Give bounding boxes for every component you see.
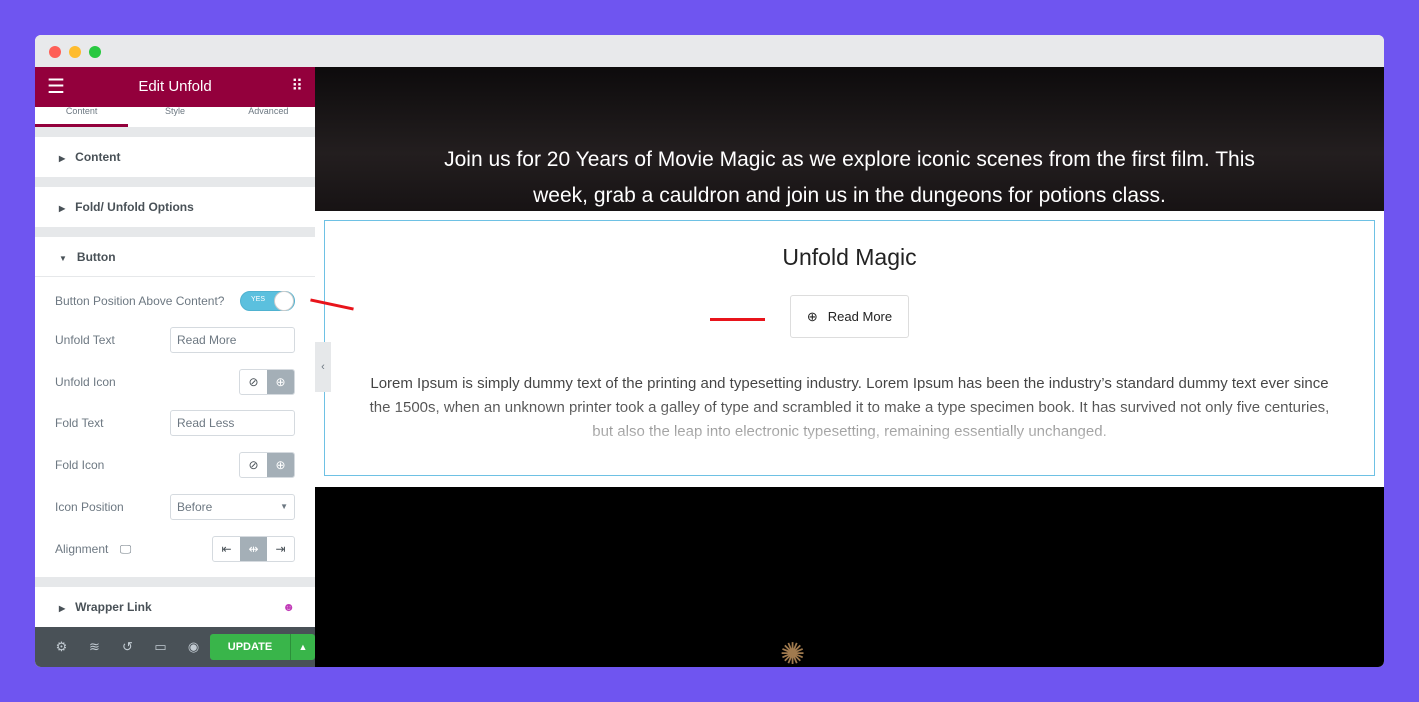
- fold-text-input[interactable]: Read Less: [170, 410, 295, 436]
- none-icon[interactable]: ⊘: [240, 453, 267, 477]
- browser-window: ☰ Edit Unfold ⠿ Content Style Advanced ▶…: [35, 35, 1384, 667]
- settings-icon[interactable]: ⚙: [45, 639, 78, 655]
- menu-icon[interactable]: ☰: [47, 67, 65, 107]
- close-window-button[interactable]: [49, 46, 61, 58]
- update-options-button[interactable]: ▲: [290, 634, 315, 660]
- maximize-window-button[interactable]: [89, 46, 101, 58]
- panel-header: ☰ Edit Unfold ⠿: [35, 67, 315, 107]
- grid-icon[interactable]: ⠿: [291, 67, 303, 107]
- page-preview: Join us for 20 Years of Movie Magic as w…: [315, 67, 1384, 667]
- layers-icon[interactable]: ≋: [78, 639, 111, 655]
- collapse-panel-handle[interactable]: ‹: [315, 342, 331, 392]
- panel-title: Edit Unfold: [138, 78, 212, 95]
- label: Unfold Icon: [55, 375, 116, 389]
- update-button[interactable]: UPDATE: [210, 634, 290, 660]
- section-button[interactable]: ▼ Button: [35, 237, 315, 277]
- annotation-arrow: [710, 318, 765, 321]
- panel-tabs: Content Style Advanced: [35, 107, 315, 127]
- caret-down-icon: ▼: [59, 254, 67, 263]
- caret-right-icon: ▶: [59, 154, 66, 163]
- tab-advanced[interactable]: Advanced: [222, 107, 315, 127]
- section-fold-options[interactable]: ▶ Fold/ Unfold Options: [35, 187, 315, 227]
- hero-text: Join us for 20 Years of Movie Magic as w…: [315, 67, 1384, 211]
- caret-right-icon: ▶: [59, 604, 66, 613]
- history-icon[interactable]: ↺: [111, 639, 144, 655]
- arrow-circle-down-icon: ⊕: [806, 308, 818, 324]
- none-icon[interactable]: ⊘: [240, 370, 267, 394]
- align-left-icon[interactable]: ⇤: [213, 537, 240, 561]
- align-right-icon[interactable]: ⇥: [267, 537, 294, 561]
- arrow-circle-down-icon[interactable]: ⊕: [267, 370, 294, 394]
- section-content[interactable]: ▶ Content: [35, 137, 315, 177]
- label: Icon Position: [55, 500, 124, 514]
- icon-position-select[interactable]: Before ▼: [170, 494, 295, 520]
- section-wrapper-link[interactable]: ▶ Wrapper Link ☻: [35, 587, 315, 627]
- label: Unfold Text: [55, 333, 115, 347]
- tab-style[interactable]: Style: [128, 107, 221, 127]
- button-controls: Button Position Above Content? YES Unfol…: [35, 277, 315, 577]
- minimize-window-button[interactable]: [69, 46, 81, 58]
- unfold-heading: Unfold Magic: [782, 244, 917, 270]
- responsive-icon[interactable]: ▭: [144, 639, 177, 655]
- align-center-icon[interactable]: ⇹: [240, 537, 267, 561]
- read-more-button[interactable]: ⊕ Read More: [789, 295, 910, 338]
- wizarding-logo: ✺: [780, 638, 808, 667]
- unfold-content: Lorem Ipsum is simply dummy text of the …: [365, 372, 1334, 444]
- label: Button Position Above Content?: [55, 294, 225, 308]
- position-toggle[interactable]: YES: [240, 291, 295, 311]
- desktop-icon: 🖵: [119, 541, 132, 556]
- label: Fold Text: [55, 416, 104, 430]
- editor-panel: ☰ Edit Unfold ⠿ Content Style Advanced ▶…: [35, 67, 315, 667]
- tab-content[interactable]: Content: [35, 107, 129, 127]
- panel-footer: ⚙ ≋ ↺ ▭ ◉ UPDATE ▲: [35, 627, 315, 667]
- unfold-widget[interactable]: Unfold Magic ⊕ Read More Lorem Ipsum is s…: [324, 220, 1375, 476]
- unfold-text-input[interactable]: Read More: [170, 327, 295, 353]
- chevron-down-icon: ▼: [280, 502, 288, 511]
- title-bar: [35, 35, 1384, 67]
- label: Fold Icon: [55, 458, 105, 472]
- wizarding-banner: ✺: [315, 487, 1384, 667]
- preview-eye-icon[interactable]: ◉: [177, 639, 210, 655]
- label: Alignment 🖵: [55, 541, 132, 556]
- arrow-circle-up-icon[interactable]: ⊕: [267, 453, 294, 477]
- caret-right-icon: ▶: [59, 204, 66, 213]
- pro-badge-icon: ☻: [282, 600, 295, 614]
